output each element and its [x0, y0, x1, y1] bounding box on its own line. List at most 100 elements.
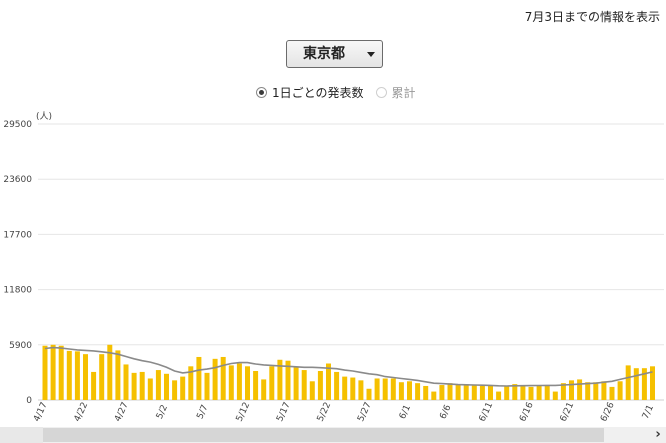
bar [423, 385, 429, 400]
bar [504, 385, 510, 400]
bar [447, 383, 453, 400]
bar [479, 385, 485, 400]
bar [196, 356, 202, 400]
bar [577, 379, 583, 400]
y-tick-label: 5900 [9, 341, 32, 351]
x-tick-label: 5/22 [316, 401, 334, 424]
bar [204, 372, 210, 400]
bar [99, 354, 105, 400]
bar [625, 365, 631, 400]
y-tick-label: 17700 [3, 230, 32, 240]
y-axis-ticks: 0 5900 11800 17700 23600 29500 [3, 120, 32, 406]
bar [83, 354, 88, 400]
bar [91, 371, 97, 400]
radio-cumulative-dot[interactable] [375, 87, 387, 98]
y-axis-unit: (人) [36, 111, 52, 122]
radio-cumulative-label: 累計 [391, 86, 416, 100]
bar [66, 350, 72, 400]
bar [220, 356, 226, 400]
radio-daily[interactable]: 1日ごとの発表数 [256, 84, 364, 101]
bar [350, 377, 356, 400]
bar [593, 382, 599, 400]
bar [463, 384, 469, 400]
bar [520, 385, 526, 400]
scrollbar-track-left[interactable] [0, 427, 43, 443]
y-tick-label: 11800 [3, 286, 32, 296]
bar [309, 381, 315, 400]
bar [131, 372, 137, 400]
bar [334, 371, 340, 400]
bar [569, 380, 574, 400]
x-tick-label: 5/7 [195, 403, 210, 420]
bar [228, 365, 234, 400]
bar [236, 363, 242, 400]
data-range-notice: 7月3日までの情報を表示 [524, 10, 660, 24]
x-tick-label: 5/17 [275, 401, 293, 424]
bar [601, 381, 607, 400]
bar [253, 370, 259, 400]
daily-cases-chart: 0 5900 11800 17700 23600 29500 4/17 4/22 4/27 5/… [3, 111, 664, 424]
region-select-value: 東京都 [303, 46, 345, 62]
bar [245, 366, 250, 400]
bar [172, 380, 178, 400]
radio-cumulative[interactable]: 累計 [375, 84, 416, 101]
x-tick-label: 6/16 [518, 401, 536, 424]
x-tick-label: 4/27 [113, 401, 131, 424]
bar [496, 391, 502, 400]
bar [139, 371, 145, 400]
x-tick-label: 5/27 [356, 401, 374, 424]
bar [536, 385, 542, 400]
x-tick-label: 6/26 [599, 401, 617, 424]
bar [552, 391, 558, 400]
bar [455, 384, 461, 400]
bar [293, 367, 299, 400]
bar [342, 376, 348, 400]
bar [42, 345, 48, 400]
bar [155, 370, 161, 400]
bar [382, 378, 388, 400]
bar [415, 383, 421, 400]
scrollbar-thumb[interactable] [43, 428, 604, 442]
bar [180, 376, 186, 400]
bar [74, 351, 80, 400]
bar [366, 388, 372, 400]
bar [407, 381, 412, 400]
bar [123, 364, 129, 400]
bar [633, 368, 639, 400]
x-tick-label: 7/1 [641, 403, 656, 420]
bar [439, 385, 445, 400]
bar [115, 350, 121, 400]
bar [358, 380, 364, 400]
bar [528, 386, 534, 400]
x-tick-label: 6/6 [438, 403, 453, 421]
bar [50, 344, 56, 400]
mode-radio-group: 1日ごとの発表数 累計 [256, 84, 428, 101]
bar [374, 378, 380, 400]
bar [261, 379, 267, 400]
bar [164, 373, 169, 400]
bar [390, 378, 396, 400]
radio-daily-dot[interactable] [256, 87, 267, 98]
bar [650, 366, 655, 400]
x-tick-label: 6/21 [559, 401, 577, 424]
x-tick-label: 4/22 [73, 401, 91, 424]
chevron-down-icon [367, 52, 375, 57]
bars [42, 344, 655, 400]
radio-daily-label: 1日ごとの発表数 [272, 86, 364, 100]
horizontal-scrollbar[interactable]: › [0, 427, 666, 443]
bar [269, 366, 275, 400]
region-select[interactable]: 東京都 [286, 40, 383, 68]
bar [617, 381, 623, 400]
bar [317, 370, 323, 400]
x-tick-label: 6/1 [398, 403, 413, 420]
x-tick-label: 6/11 [478, 401, 496, 424]
chevron-right-icon[interactable]: › [650, 427, 666, 443]
bar [471, 385, 477, 400]
x-tick-label: 5/2 [155, 403, 170, 420]
bar [398, 382, 404, 400]
x-tick-label: 4/17 [32, 401, 50, 424]
bar [609, 386, 615, 400]
y-tick-label: 0 [26, 396, 32, 406]
bar [147, 378, 153, 400]
x-tick-label: 5/12 [235, 401, 253, 424]
